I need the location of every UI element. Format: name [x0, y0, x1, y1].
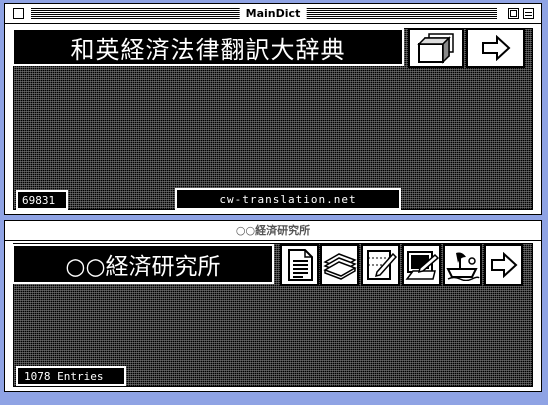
monitor-edit-icon	[405, 251, 439, 280]
entry-count: 1078 Entries	[16, 366, 126, 386]
window-title: ○○経済研究所	[229, 222, 317, 239]
title-bar[interactable]: ○○経済研究所	[5, 221, 541, 241]
note-pencil-icon	[366, 250, 397, 280]
window-title: MainDict	[239, 5, 307, 22]
next-button[interactable]	[484, 244, 523, 286]
dictionary-title-banner: 和英経済法律翻訳大辞典	[12, 28, 404, 66]
stacked-folders-icon	[417, 33, 454, 64]
entry-count: 69831	[16, 190, 68, 210]
website-url[interactable]: cw-translation.net	[175, 188, 401, 210]
ship-icon	[445, 252, 480, 281]
stacked-disks-icon	[322, 253, 357, 280]
right-arrow-icon	[481, 35, 510, 61]
document-icon	[287, 249, 313, 281]
institute-title-banner: ○○経済研究所	[12, 244, 274, 284]
collapse-box[interactable]	[523, 8, 534, 19]
next-button[interactable]	[466, 28, 525, 68]
monitor-edit-button[interactable]	[402, 244, 441, 286]
right-arrow-icon	[490, 252, 517, 278]
edit-note-button[interactable]	[361, 244, 400, 286]
close-box[interactable]	[13, 8, 24, 19]
title-bar[interactable]: MainDict	[5, 4, 541, 24]
open-folders-button[interactable]	[408, 28, 464, 68]
stacked-disks-button[interactable]	[320, 244, 359, 286]
document-button[interactable]	[280, 244, 319, 286]
ship-button[interactable]	[443, 244, 482, 286]
zoom-box[interactable]	[508, 8, 519, 19]
